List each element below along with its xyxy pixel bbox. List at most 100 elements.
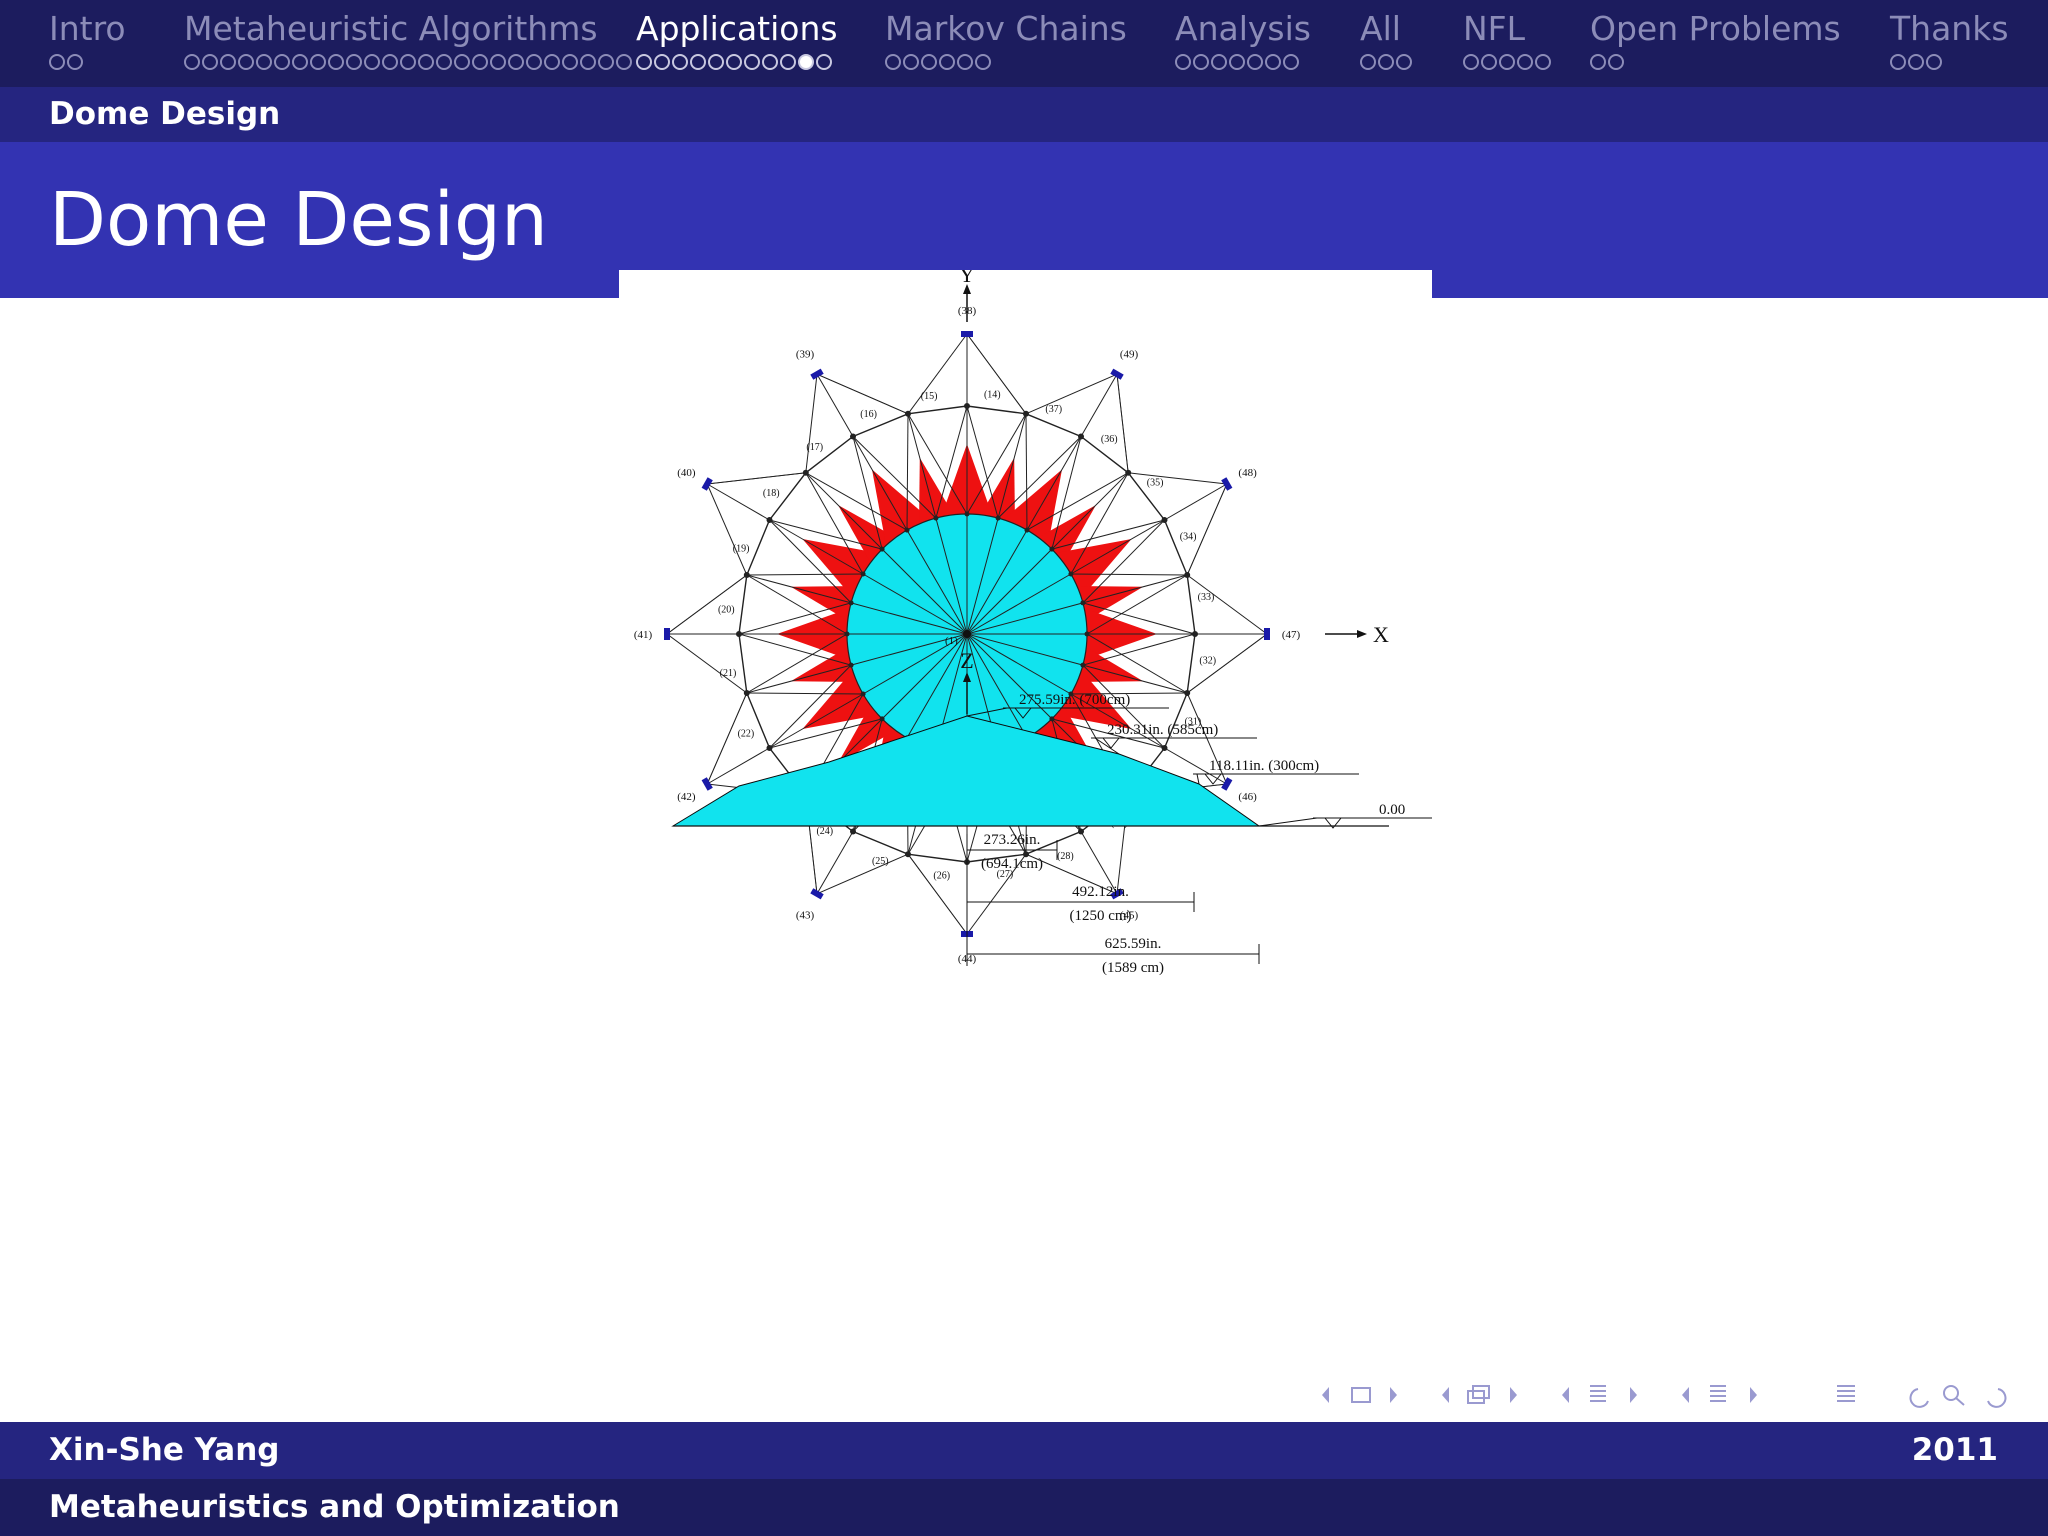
nav-frame-dot-current[interactable] [798, 54, 814, 70]
nav-frame-dot[interactable] [1211, 54, 1227, 70]
nav-frame-dot[interactable] [1396, 54, 1412, 70]
nav-frame-dots[interactable] [1463, 51, 1553, 73]
nav-frame-dots[interactable] [1175, 51, 1311, 73]
nav-section-title[interactable]: Metaheuristic Algorithms [184, 8, 634, 50]
nav-frame-dot[interactable] [1360, 54, 1376, 70]
nav-frame-dot[interactable] [1283, 54, 1299, 70]
nav-frame-dot[interactable] [1926, 54, 1942, 70]
nav-frame-dot[interactable] [1608, 54, 1624, 70]
nav-frame-dot[interactable] [1517, 54, 1533, 70]
nav-frame-dot[interactable] [1499, 54, 1515, 70]
ring-node-label: (17) [806, 442, 823, 453]
nav-frame-dot[interactable] [1193, 54, 1209, 70]
nav-section-title[interactable]: Thanks [1890, 8, 2009, 50]
nav-frame-dot[interactable] [238, 54, 254, 70]
nav-section-thanks[interactable]: Thanks [1890, 8, 2009, 73]
nav-section-title[interactable]: Analysis [1175, 8, 1311, 50]
elevation-label: 230.31in. (585cm) [1107, 722, 1218, 738]
nav-frame-dot[interactable] [1175, 54, 1191, 70]
nav-frame-dots[interactable] [49, 51, 126, 73]
nav-frame-dot[interactable] [1481, 54, 1497, 70]
nav-frame-dot[interactable] [708, 54, 724, 70]
inner-node [1080, 662, 1086, 668]
nav-frame-dot[interactable] [346, 54, 362, 70]
nav-frame-dots[interactable] [184, 51, 634, 73]
nav-frame-dot[interactable] [885, 54, 901, 70]
nav-section-title[interactable]: Markov Chains [885, 8, 1127, 50]
ring-node-label: (18) [763, 488, 780, 499]
nav-frame-dots[interactable] [1360, 51, 1414, 73]
nav-frame-dot[interactable] [1229, 54, 1245, 70]
nav-frame-dot[interactable] [921, 54, 937, 70]
nav-frame-dot[interactable] [49, 54, 65, 70]
nav-section-open-problems[interactable]: Open Problems [1590, 8, 1841, 73]
nav-frame-dot[interactable] [1890, 54, 1906, 70]
nav-frame-dot[interactable] [762, 54, 778, 70]
nav-frame-dot[interactable] [490, 54, 506, 70]
nav-frame-dot[interactable] [726, 54, 742, 70]
nav-frame-dot[interactable] [939, 54, 955, 70]
nav-section-metaheuristic-algorithms[interactable]: Metaheuristic Algorithms [184, 8, 634, 73]
nav-frame-dot[interactable] [1265, 54, 1281, 70]
nav-frame-dots[interactable] [1590, 51, 1841, 73]
nav-section-applications[interactable]: Applications [636, 8, 838, 73]
nav-frame-dot[interactable] [1247, 54, 1263, 70]
subsection-title[interactable]: Dome Design [49, 87, 280, 142]
nav-frame-dots[interactable] [636, 51, 838, 73]
nav-frame-dot[interactable] [690, 54, 706, 70]
nav-frame-dot[interactable] [508, 54, 524, 70]
nav-frame-dot[interactable] [780, 54, 796, 70]
nav-section-title[interactable]: Open Problems [1590, 8, 1841, 50]
nav-section-all[interactable]: All [1360, 8, 1414, 73]
nav-frame-dot[interactable] [184, 54, 200, 70]
nav-frame-dot[interactable] [544, 54, 560, 70]
nav-section-title[interactable]: All [1360, 8, 1414, 50]
nav-section-analysis[interactable]: Analysis [1175, 8, 1311, 73]
nav-frame-dot[interactable] [454, 54, 470, 70]
support-member [805, 374, 818, 473]
nav-section-title[interactable]: NFL [1463, 8, 1553, 50]
nav-section-title[interactable]: Applications [636, 8, 838, 50]
nav-frame-dot[interactable] [744, 54, 760, 70]
nav-frame-dot[interactable] [418, 54, 434, 70]
nav-frame-dot[interactable] [1535, 54, 1551, 70]
nav-frame-dot[interactable] [310, 54, 326, 70]
nav-frame-dot[interactable] [472, 54, 488, 70]
nav-frame-dot[interactable] [1463, 54, 1479, 70]
nav-frame-dot[interactable] [328, 54, 344, 70]
nav-frame-dot[interactable] [67, 54, 83, 70]
nav-frame-dot[interactable] [436, 54, 452, 70]
nav-frame-dot[interactable] [274, 54, 290, 70]
nav-section-nfl[interactable]: NFL [1463, 8, 1553, 73]
nav-frame-dot[interactable] [957, 54, 973, 70]
nav-frame-dot[interactable] [598, 54, 614, 70]
nav-frame-dot[interactable] [382, 54, 398, 70]
nav-frame-dot[interactable] [1378, 54, 1394, 70]
nav-section-intro[interactable]: Intro [49, 8, 126, 73]
nav-frame-dot[interactable] [816, 54, 832, 70]
x-axis-arrowhead [1357, 630, 1367, 638]
nav-frame-dot[interactable] [202, 54, 218, 70]
nav-frame-dot[interactable] [292, 54, 308, 70]
nav-frame-dot[interactable] [672, 54, 688, 70]
nav-frame-dot[interactable] [616, 54, 632, 70]
nav-frame-dot[interactable] [526, 54, 542, 70]
nav-frame-dot[interactable] [364, 54, 380, 70]
nav-frame-dot[interactable] [256, 54, 272, 70]
nav-frame-dot[interactable] [1908, 54, 1924, 70]
nav-frame-dot[interactable] [654, 54, 670, 70]
support-member [816, 373, 909, 415]
nav-frame-dot[interactable] [400, 54, 416, 70]
nav-frame-dot[interactable] [220, 54, 236, 70]
nav-section-markov-chains[interactable]: Markov Chains [885, 8, 1127, 73]
nav-frame-dots[interactable] [885, 51, 1127, 73]
nav-section-title[interactable]: Intro [49, 8, 126, 50]
nav-frame-dots[interactable] [1890, 51, 2009, 73]
nav-frame-dot[interactable] [1590, 54, 1606, 70]
nav-frame-dot[interactable] [975, 54, 991, 70]
nav-frame-dot[interactable] [636, 54, 652, 70]
nav-frame-dot[interactable] [562, 54, 578, 70]
elevation-leader [1258, 817, 1318, 827]
nav-frame-dot[interactable] [580, 54, 596, 70]
nav-frame-dot[interactable] [903, 54, 919, 70]
